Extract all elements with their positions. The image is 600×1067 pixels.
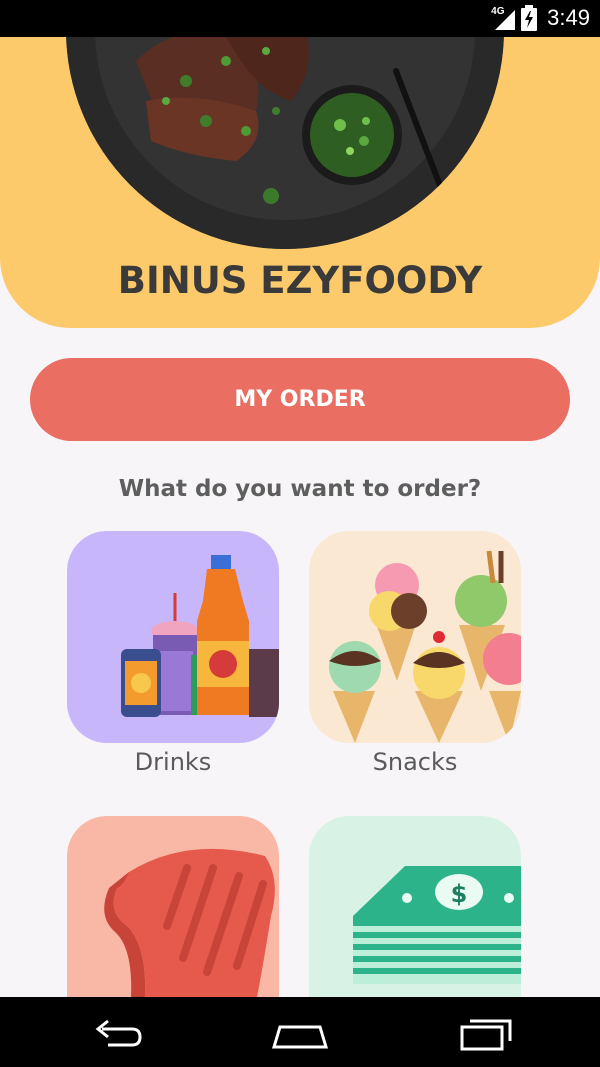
category-drinks-tile[interactable] (67, 531, 279, 743)
my-order-button[interactable]: MY ORDER (30, 358, 570, 441)
status-time: 3:49 (547, 5, 590, 30)
battery-charging-icon (521, 5, 538, 31)
category-food-tile[interactable] (67, 816, 279, 997)
cellular-signal-icon: 4G (491, 6, 516, 30)
svg-text:$: $ (451, 880, 468, 908)
drinks-illustration (121, 555, 279, 717)
category-label-drinks: Drinks (134, 748, 212, 776)
category-topup-tile[interactable]: $ (309, 816, 521, 997)
snacks-illustration (329, 550, 521, 743)
category-snacks-tile[interactable] (309, 531, 521, 743)
home-icon[interactable] (270, 1015, 330, 1051)
status-bar: 4G 3:49 (0, 0, 600, 37)
navigation-bar (0, 997, 600, 1067)
app-title: BINUS EZYFOODY (117, 259, 483, 302)
recents-icon[interactable] (456, 1015, 516, 1051)
steak-icon (104, 848, 275, 997)
order-prompt: What do you want to order? (118, 476, 482, 502)
category-label-snacks: Snacks (372, 748, 458, 776)
back-icon[interactable] (88, 1015, 148, 1051)
header-banner: BINUS EZYFOODY (0, 37, 600, 328)
money-icon: $ (353, 866, 521, 984)
steak-plate-image (66, 37, 504, 249)
